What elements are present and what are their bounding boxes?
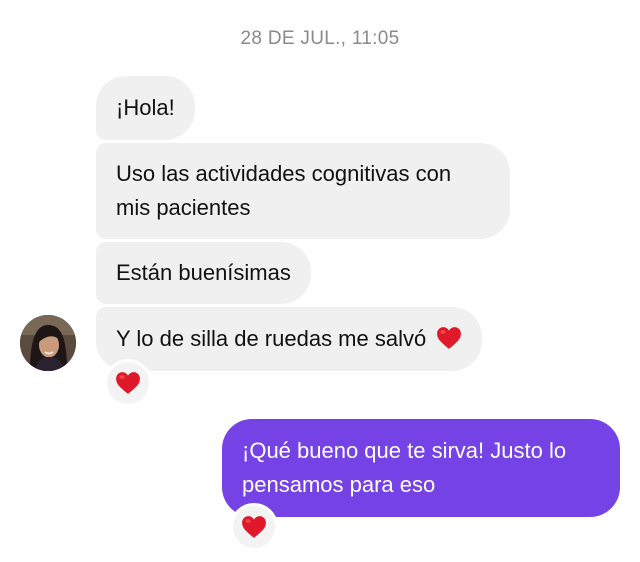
heart-reaction[interactable] (104, 359, 152, 407)
message-text: Y lo de silla de ruedas me salvó (116, 326, 427, 351)
incoming-message-bubble[interactable]: Están buenísimas (96, 242, 311, 304)
avatar-photo (20, 315, 76, 371)
message-text: ¡Qué bueno que te sirva! Justo lo pensam… (242, 438, 567, 497)
heart-icon (116, 372, 140, 394)
message-text: Están buenísimas (116, 260, 291, 285)
message-text: Uso las actividades cognitivas con mis p… (116, 161, 452, 220)
heart-emoji-icon (436, 326, 462, 350)
outgoing-message-bubble[interactable]: ¡Qué bueno que te sirva! Justo lo pensam… (222, 419, 620, 517)
contact-avatar[interactable] (20, 315, 76, 371)
heart-reaction[interactable] (230, 503, 278, 551)
incoming-message-bubble[interactable]: Uso las actividades cognitivas con mis p… (96, 143, 510, 239)
heart-icon (242, 516, 266, 538)
incoming-message-bubble[interactable]: ¡Hola! (96, 76, 195, 140)
message-text: ¡Hola! (116, 95, 175, 120)
message-timestamp: 28 DE JUL., 11:05 (240, 28, 400, 49)
incoming-message-bubble[interactable]: Y lo de silla de ruedas me salvó (96, 307, 483, 371)
